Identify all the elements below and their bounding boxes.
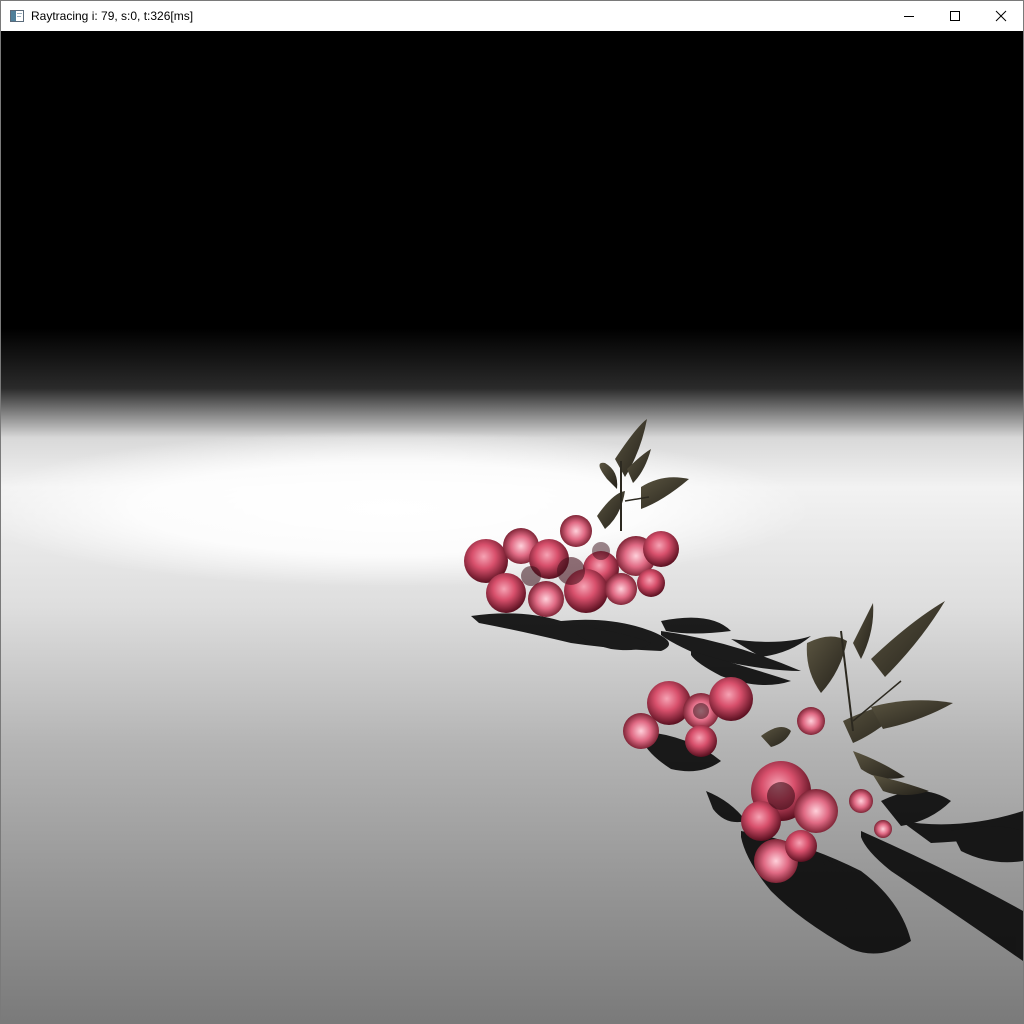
title-bar[interactable]: Raytracing i: 79, s:0, t:326[ms] — [1, 1, 1023, 31]
rendered-scene — [1, 31, 1023, 1023]
app-window: Raytracing i: 79, s:0, t:326[ms] — [0, 0, 1024, 1024]
minimize-icon — [904, 16, 914, 17]
window-title: Raytracing i: 79, s:0, t:326[ms] — [31, 9, 194, 23]
render-viewport[interactable] — [1, 31, 1023, 1023]
spotlight-highlight — [1, 431, 811, 587]
app-window-icon — [9, 8, 25, 24]
caption-buttons — [886, 1, 1023, 31]
maximize-icon — [950, 11, 960, 21]
close-button[interactable] — [978, 1, 1023, 31]
maximize-button[interactable] — [932, 1, 978, 31]
minimize-button[interactable] — [886, 1, 932, 31]
close-icon — [995, 10, 1006, 22]
